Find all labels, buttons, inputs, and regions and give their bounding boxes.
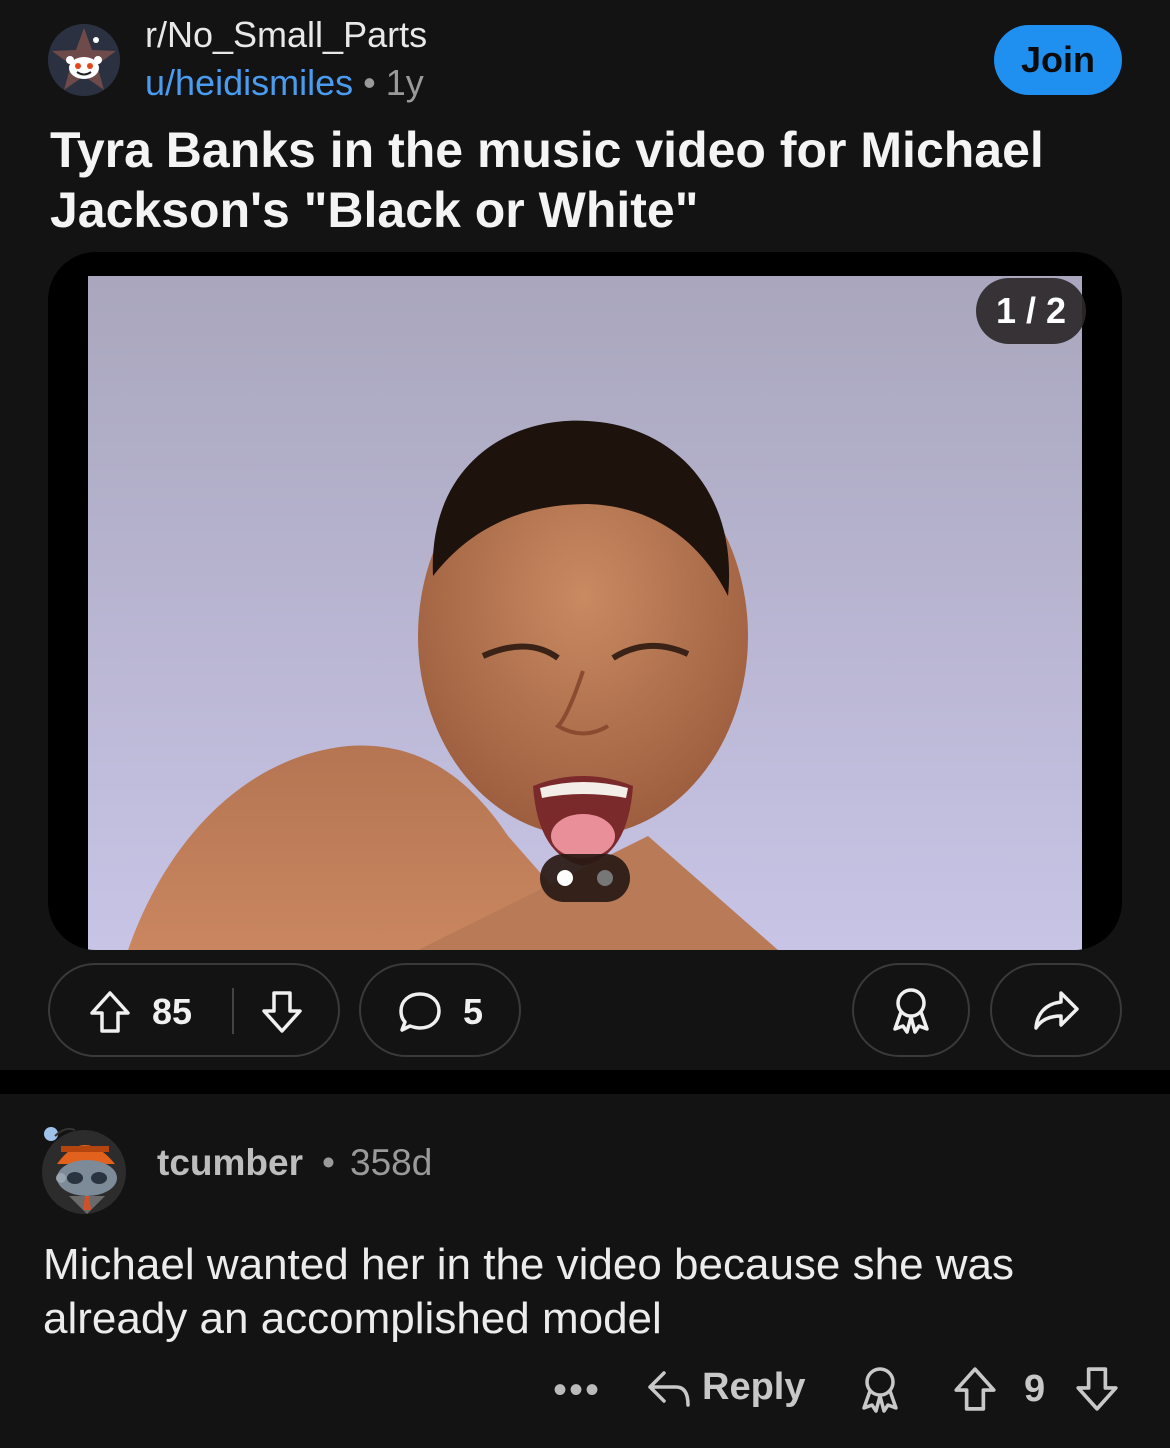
gallery-pagination-dots[interactable]	[540, 854, 630, 902]
post-title[interactable]: Tyra Banks in the music video for Michae…	[50, 120, 1110, 240]
join-button[interactable]: Join	[994, 25, 1122, 95]
pagination-dot[interactable]	[597, 870, 613, 886]
portrait-photo-illustration	[88, 276, 1082, 950]
subreddit-name[interactable]: r/No_Small_Parts	[145, 14, 427, 56]
comment-downvote-button[interactable]	[1074, 1364, 1120, 1419]
comment-icon-wrap	[397, 989, 443, 1040]
post-card: r/No_Small_Parts u/heidismiles • 1y Join T…	[0, 0, 1170, 1070]
upvote-button[interactable]	[88, 989, 132, 1040]
arrow-up-icon	[954, 1367, 996, 1411]
gallery-image[interactable]	[88, 276, 1082, 950]
comment-card: tcumber • 358d Michael wanted her in the…	[0, 1094, 1170, 1448]
share-arrow-icon	[1034, 991, 1079, 1030]
reply-button[interactable]: Reply	[646, 1366, 805, 1409]
award-button[interactable]	[852, 963, 970, 1057]
comment-username[interactable]: tcumber	[157, 1142, 303, 1184]
reply-arrow-icon	[648, 1370, 690, 1407]
subreddit-avatar[interactable]	[48, 24, 120, 96]
comment-count: 5	[463, 991, 484, 1032]
arrow-up-icon	[90, 991, 130, 1033]
downvote-button[interactable]	[260, 989, 304, 1040]
comment-meta-separator: •	[322, 1142, 335, 1183]
comment-actions: ••• Reply 9	[0, 1356, 1170, 1426]
gallery-page-indicator: 1 / 2	[976, 278, 1086, 344]
post-author[interactable]: u/heidismiles	[145, 62, 353, 103]
arrow-down-icon	[262, 991, 302, 1033]
arrow-down-icon	[1076, 1367, 1118, 1411]
upvote-count: 85	[152, 991, 193, 1032]
award-ribbon-icon	[893, 988, 929, 1034]
comment-award-button[interactable]	[855, 1364, 905, 1421]
share-button[interactable]	[990, 963, 1122, 1057]
reply-label: Reply	[702, 1366, 806, 1408]
meta-separator: •	[363, 62, 376, 103]
award-ribbon-icon	[862, 1367, 898, 1413]
vote-separator	[232, 988, 234, 1034]
media-gallery[interactable]	[48, 252, 1122, 950]
pagination-dot-active[interactable]	[557, 870, 573, 886]
post-age: 1y	[385, 62, 424, 103]
comment-age: 358d	[350, 1142, 433, 1183]
speech-bubble-icon	[399, 992, 441, 1032]
subreddit-star-snoo-icon	[48, 24, 120, 96]
comment-body: Michael wanted her in the video because …	[43, 1240, 1015, 1343]
more-options-button[interactable]: •••	[553, 1368, 601, 1413]
comment-upvote-button[interactable]	[952, 1364, 998, 1419]
vote-bar: 85	[48, 963, 340, 1057]
snoo-avatar-icon	[42, 1127, 126, 1214]
comment-score: 9	[1024, 1368, 1046, 1410]
comments-button[interactable]: 5	[359, 963, 521, 1057]
section-divider	[0, 1070, 1170, 1094]
commenter-avatar[interactable]	[35, 1116, 133, 1214]
post-meta: u/heidismiles • 1y	[145, 62, 424, 104]
